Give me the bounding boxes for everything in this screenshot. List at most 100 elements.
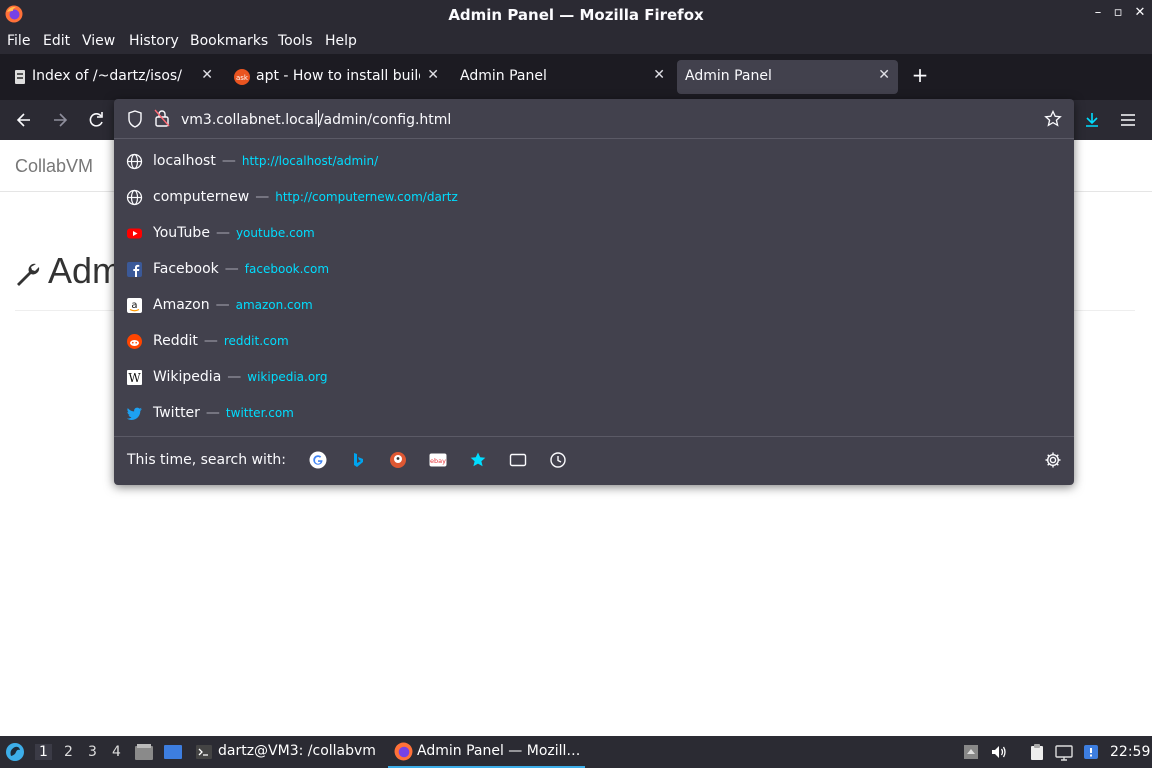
suggestion-title: Wikipedia xyxy=(153,369,222,385)
tab-label: apt - How to install build xyxy=(256,68,420,84)
suggestion-url: youtube.com xyxy=(235,226,315,240)
workspace-4[interactable]: 4 xyxy=(112,744,121,760)
facebook-icon xyxy=(127,262,142,277)
search-with-label: This time, search with: xyxy=(127,452,286,468)
twitter-icon xyxy=(126,407,142,420)
wikipedia-icon: W xyxy=(127,370,142,385)
duckduckgo-icon[interactable] xyxy=(389,451,407,469)
suggestion-localhost[interactable]: localhost — http://localhost/admin/ xyxy=(118,144,1070,180)
tab-close-icon[interactable]: ✕ xyxy=(427,67,439,83)
bing-icon[interactable] xyxy=(349,451,367,469)
suggestion-youtube[interactable]: YouTube — youtube.com xyxy=(118,216,1070,252)
clipboard-icon[interactable] xyxy=(1028,743,1046,761)
reddit-icon xyxy=(127,334,142,349)
tab-close-icon[interactable]: ✕ xyxy=(653,67,665,83)
tray-expand-icon[interactable] xyxy=(962,743,980,761)
urlbar-dropdown: vm3.collabnet.local/admin/config.html lo… xyxy=(114,99,1074,485)
suggestion-url: http://localhost/admin/ xyxy=(241,154,379,168)
google-icon[interactable] xyxy=(309,451,327,469)
new-tab-button[interactable]: + xyxy=(909,64,931,86)
close-window-button[interactable]: ✕ xyxy=(1132,5,1148,23)
url-input[interactable]: vm3.collabnet.local/admin/config.html xyxy=(181,110,451,128)
menu-bookmarks[interactable]: Bookmarks xyxy=(190,33,268,49)
terminal-icon xyxy=(196,745,212,759)
globe-icon xyxy=(126,189,143,206)
tab-label: Admin Panel xyxy=(685,68,772,84)
suggestion-title: Twitter xyxy=(153,405,200,421)
search-with-row: This time, search with: ebay xyxy=(114,436,1074,485)
network-icon[interactable] xyxy=(1055,743,1073,761)
menu-file[interactable]: File xyxy=(7,33,30,49)
suggestion-title: localhost xyxy=(153,153,216,169)
tab-apt-install[interactable]: ask apt - How to install build ✕ xyxy=(225,60,447,94)
task-label: dartz@VM3: /collabvm xyxy=(218,743,376,759)
svg-text:a: a xyxy=(131,300,137,311)
reload-icon[interactable] xyxy=(86,110,106,130)
menu-bar: File Edit View History Bookmarks Tools H… xyxy=(0,30,1152,54)
file-manager-icon[interactable] xyxy=(134,743,154,761)
url-host: vm3.collabnet.local xyxy=(181,112,318,128)
ebay-icon[interactable]: ebay xyxy=(429,451,447,469)
menu-tools[interactable]: Tools xyxy=(278,33,313,49)
suggestion-title: YouTube xyxy=(153,225,210,241)
firefox-icon xyxy=(394,742,413,761)
suggestion-facebook[interactable]: Facebook — facebook.com xyxy=(118,252,1070,288)
suggestion-url: reddit.com xyxy=(223,334,289,348)
show-desktop-icon[interactable] xyxy=(163,743,183,761)
insecure-lock-icon[interactable] xyxy=(154,109,170,127)
suggestion-url: wikipedia.org xyxy=(247,370,328,384)
suggestion-title: Amazon xyxy=(153,297,210,313)
suggestion-twitter[interactable]: Twitter — twitter.com xyxy=(118,396,1070,432)
tab-admin-panel-1[interactable]: Admin Panel ✕ xyxy=(451,60,673,94)
wrench-icon xyxy=(17,263,40,286)
svg-text:ask: ask xyxy=(236,74,249,82)
search-settings-gear-icon[interactable] xyxy=(1044,451,1062,469)
svg-text:W: W xyxy=(128,371,141,385)
urlbar[interactable]: vm3.collabnet.local/admin/config.html xyxy=(114,99,1074,139)
suggestion-wikipedia[interactable]: W Wikipedia — wikipedia.org xyxy=(118,360,1070,396)
tab-close-icon[interactable]: ✕ xyxy=(878,67,890,83)
suggestion-url: twitter.com xyxy=(225,406,294,420)
window-title: Admin Panel — Mozilla Firefox xyxy=(448,6,704,24)
suggestion-computernew[interactable]: computernew — http://computernew.com/dartz xyxy=(118,180,1070,216)
workspace-2[interactable]: 2 xyxy=(64,744,73,760)
taskbar-firefox[interactable]: Admin Panel — Mozill… xyxy=(388,736,585,768)
askubuntu-icon: ask xyxy=(234,69,250,85)
forward-icon[interactable] xyxy=(50,110,70,130)
maximize-button[interactable]: ▫ xyxy=(1110,5,1126,23)
suggestion-reddit[interactable]: Reddit — reddit.com xyxy=(118,324,1070,360)
suggestion-amazon[interactable]: a Amazon — amazon.com xyxy=(118,288,1070,324)
window-titlebar: Admin Panel — Mozilla Firefox – ▫ ✕ xyxy=(0,0,1152,30)
amazon-icon: a xyxy=(127,298,142,313)
menu-edit[interactable]: Edit xyxy=(43,33,70,49)
menu-history[interactable]: History xyxy=(129,33,179,49)
workspace-1[interactable]: 1 xyxy=(35,744,52,760)
workspace-3[interactable]: 3 xyxy=(88,744,97,760)
suggestion-url: http://computernew.com/dartz xyxy=(275,190,458,204)
tab-index-isos[interactable]: Index of /~dartz/isos/ ✕ xyxy=(3,60,221,94)
menu-help[interactable]: Help xyxy=(325,33,357,49)
tab-close-icon[interactable]: ✕ xyxy=(201,67,213,83)
notification-icon[interactable] xyxy=(1082,743,1100,761)
shield-icon[interactable] xyxy=(127,110,143,128)
bookmark-star-icon[interactable] xyxy=(1044,110,1062,128)
minimize-button[interactable]: – xyxy=(1090,5,1106,23)
tab-strip: Index of /~dartz/isos/ ✕ ask apt - How t… xyxy=(0,54,1152,100)
taskbar-terminal[interactable]: dartz@VM3: /collabvm xyxy=(190,736,380,768)
page-title: Adm xyxy=(48,250,123,291)
history-clock-icon[interactable] xyxy=(549,451,567,469)
brand-link[interactable]: CollabVM xyxy=(15,156,93,177)
back-icon[interactable] xyxy=(14,110,34,130)
menu-view[interactable]: View xyxy=(82,33,115,49)
tab-admin-panel-2[interactable]: Admin Panel ✕ xyxy=(677,60,898,94)
bookmarks-star-icon[interactable] xyxy=(469,451,487,469)
downloads-icon[interactable] xyxy=(1082,110,1102,130)
hamburger-menu-icon[interactable] xyxy=(1118,110,1138,130)
url-path: /admin/config.html xyxy=(318,112,452,128)
app-menu-icon[interactable] xyxy=(5,742,25,762)
tabs-icon[interactable] xyxy=(509,451,527,469)
file-server-icon xyxy=(15,70,25,84)
tab-label: Admin Panel xyxy=(460,68,547,84)
volume-icon[interactable] xyxy=(990,743,1008,761)
taskbar: 1 2 3 4 dartz@VM3: /collabvm Admin Panel… xyxy=(0,736,1152,768)
